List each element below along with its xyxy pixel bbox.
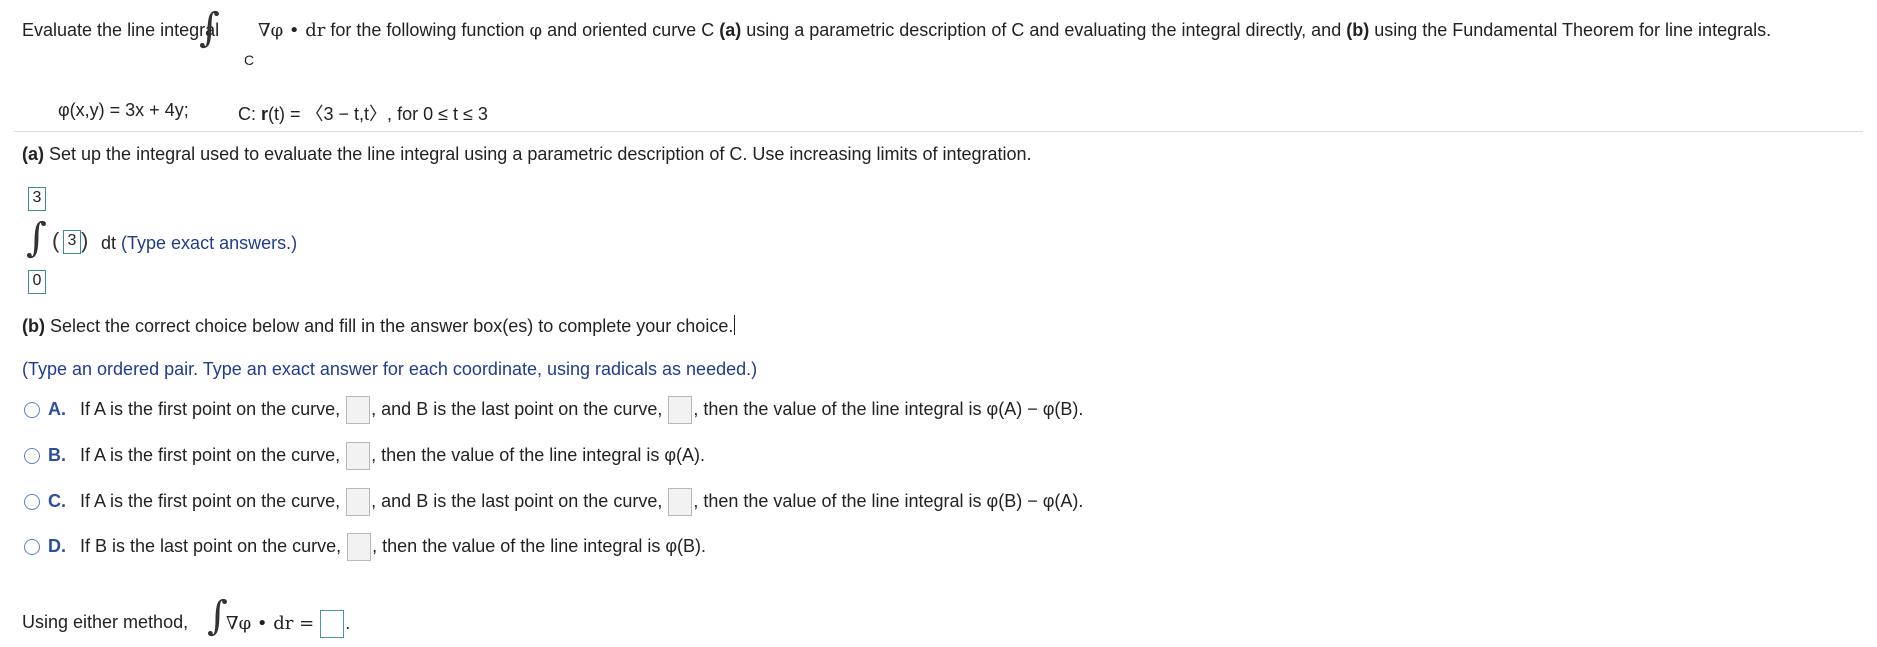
radio-c[interactable] bbox=[24, 494, 40, 510]
part-a-hint: (Type exact answers.) bbox=[121, 233, 298, 253]
choice-b-letter: B. bbox=[48, 444, 66, 465]
function-definition: φ(x,y) = 3x + 4y; bbox=[58, 100, 189, 120]
final-answer-input[interactable] bbox=[320, 610, 345, 638]
choice-d-text-3: , then the value of the line integral is… bbox=[372, 535, 707, 556]
question-prompt: Evaluate the line integral bbox=[22, 20, 219, 41]
choice-c-point-b-input[interactable] bbox=[668, 488, 693, 516]
lower-limit-input[interactable]: 0 bbox=[28, 270, 46, 294]
question-part-b-tag: (b) bbox=[1346, 20, 1370, 40]
final-label: Using either method, bbox=[22, 612, 189, 632]
part-b-hint: (Type an ordered pair. Type an exact ans… bbox=[22, 359, 758, 379]
question-part-a-tag: (a) bbox=[719, 20, 742, 40]
curve-definition: C: r(t) = 〈3 − t,t〉, for 0 ≤ t ≤ 3 bbox=[238, 100, 488, 126]
curve-r: r bbox=[261, 104, 269, 124]
radio-a[interactable] bbox=[24, 402, 40, 418]
radio-b[interactable] bbox=[24, 448, 40, 464]
choice-d-text-1: If B is the last point on the curve, bbox=[80, 535, 342, 556]
choice-a[interactable]: A. If A is the first point on the curve, … bbox=[24, 396, 1083, 424]
part-a-text: Set up the integral used to evaluate the… bbox=[44, 144, 1032, 164]
question-text-2: and oriented curve C bbox=[542, 20, 720, 40]
upper-limit-input[interactable]: 3 bbox=[28, 187, 46, 211]
integral-sign-icon: ∫ bbox=[199, 5, 220, 51]
choice-d[interactable]: D. If B is the last point on the curve, ,… bbox=[24, 533, 706, 561]
part-a-tag: (a) bbox=[22, 144, 44, 164]
close-paren-icon: ) bbox=[81, 228, 89, 253]
choice-d-point-b-input[interactable] bbox=[347, 533, 372, 561]
integral-sign-icon: ∫ bbox=[207, 593, 228, 639]
question-text-b: using the Fundamental Theorem for line i… bbox=[1369, 20, 1772, 40]
curve-rest: (t) = 〈3 − t,t〉, for 0 ≤ t ≤ 3 bbox=[268, 104, 488, 124]
choice-c-text-2: , and B is the last point on the curve, bbox=[371, 490, 663, 511]
part-b-text: Select the correct choice below and fill… bbox=[44, 316, 734, 336]
dt-label: dt bbox=[101, 233, 117, 253]
part-a-instruction: (a) Set up the integral used to evaluate… bbox=[22, 144, 1032, 165]
curve-prefix: C: bbox=[238, 104, 262, 124]
choice-b-text-1: If A is the first point on the curve, bbox=[80, 444, 341, 465]
choice-b[interactable]: B. If A is the first point on the curve, … bbox=[24, 442, 705, 470]
integrand-input[interactable]: 3 bbox=[63, 230, 81, 254]
choice-a-letter: A. bbox=[48, 398, 66, 419]
choice-c-text-3: , then the value of the line integral is… bbox=[693, 490, 1084, 511]
question-integrand: ∇φ • dr bbox=[258, 20, 326, 41]
open-paren-icon: ( bbox=[52, 228, 60, 253]
question-text-a: using a parametric description of C and … bbox=[741, 20, 1347, 40]
choice-a-point-a-input[interactable] bbox=[346, 396, 371, 424]
question-intro: Evaluate the line integral bbox=[22, 20, 220, 40]
final-answer-line: ∇φ • dr = . bbox=[226, 610, 350, 638]
choice-c-text-1: If A is the first point on the curve, bbox=[80, 490, 341, 511]
choice-c-point-a-input[interactable] bbox=[346, 488, 371, 516]
part-b-tag: (b) bbox=[22, 316, 45, 336]
choice-d-letter: D. bbox=[48, 535, 66, 556]
question-phi: φ bbox=[529, 20, 543, 41]
text-cursor bbox=[734, 315, 736, 335]
radio-d[interactable] bbox=[24, 539, 40, 555]
final-period: . bbox=[345, 612, 351, 633]
final-integrand: ∇φ • dr = bbox=[226, 612, 315, 634]
choice-a-text-1: If A is the first point on the curve, bbox=[80, 398, 341, 419]
integral-subscript-c: C bbox=[244, 52, 255, 68]
choice-a-point-b-input[interactable] bbox=[668, 396, 693, 424]
choice-a-text-3: , then the value of the line integral is… bbox=[693, 398, 1084, 419]
integral-sign-icon: ∫ bbox=[26, 215, 47, 261]
part-a-answer-line: dt (Type exact answers.) bbox=[101, 233, 297, 254]
choice-a-text-2: , and B is the last point on the curve, bbox=[371, 398, 663, 419]
question-rest: ∇φ • dr for the following function φ and… bbox=[258, 20, 1771, 41]
question-text-1: for the following function bbox=[325, 20, 530, 40]
choice-c[interactable]: C. If A is the first point on the curve, … bbox=[24, 488, 1083, 516]
divider bbox=[14, 131, 1863, 132]
choice-b-text-3: , then the value of the line integral is… bbox=[371, 444, 706, 465]
choice-c-letter: C. bbox=[48, 490, 66, 511]
part-b-instruction: (b) Select the correct choice below and … bbox=[22, 315, 736, 337]
choice-b-point-a-input[interactable] bbox=[346, 442, 371, 470]
